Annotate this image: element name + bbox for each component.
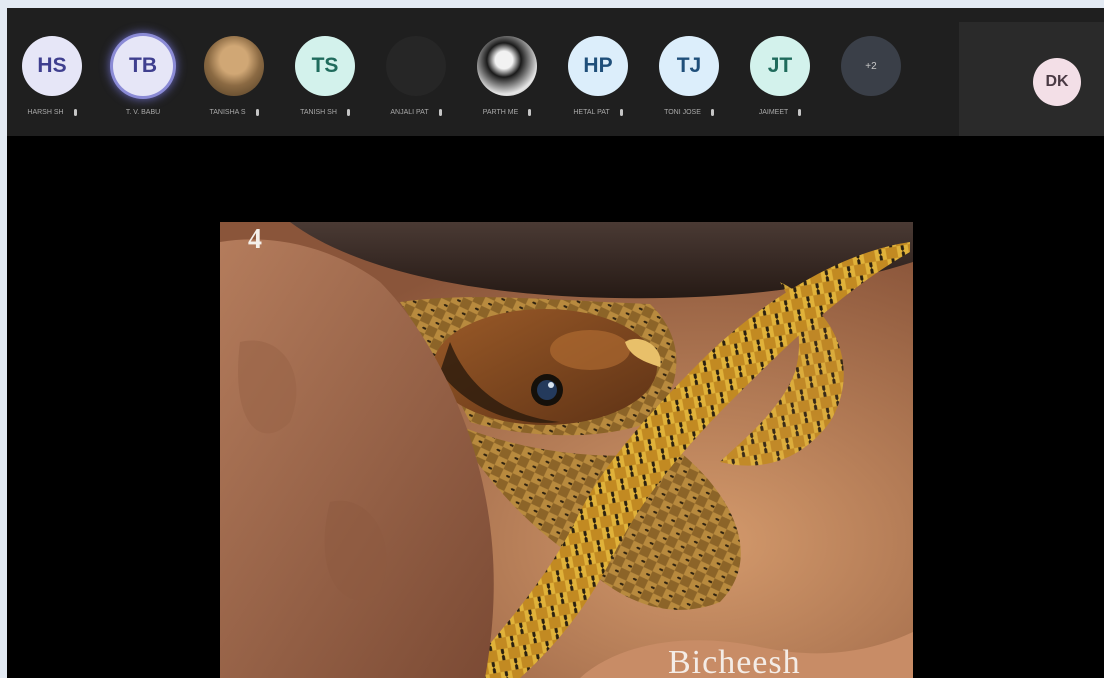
participant-name: T. V. Babu — [125, 108, 161, 116]
participant-avatar: TB — [113, 36, 173, 96]
participant-avatar: HP — [568, 36, 628, 96]
participant-tile[interactable]: PARTH ME — [462, 36, 552, 118]
shared-slide: 4 Bicheesh — [220, 222, 913, 678]
participant-name: ANJALI PAT — [390, 108, 429, 116]
participant-avatar: TS — [295, 36, 355, 96]
participant-name: TONI JOSE — [664, 108, 701, 116]
participant-name: HETAL PAT — [573, 108, 610, 116]
participant-name: TANISHA S — [209, 108, 246, 116]
participant-bar: HS HARSH SH TB T. V. Babu TANISHA S TS T… — [7, 8, 1104, 136]
mic-icon — [798, 108, 802, 116]
mic-icon — [255, 108, 259, 116]
participant-tile[interactable]: TANISHA S — [189, 36, 279, 118]
participant-tile[interactable]: JT JAIMEET — [735, 36, 825, 118]
participant-name: HARSH SH — [27, 108, 64, 116]
participant-avatar — [386, 36, 446, 96]
snake-photo — [220, 222, 913, 678]
participant-avatar: TJ — [659, 36, 719, 96]
mic-icon — [710, 108, 714, 116]
participant-avatar: HS — [22, 36, 82, 96]
slide-number: 4 — [248, 224, 262, 255]
participant-name: JAIMEET — [758, 108, 789, 116]
mic-icon — [528, 108, 532, 116]
mic-icon — [438, 108, 442, 116]
participant-photo — [477, 36, 537, 96]
mic-icon — [346, 108, 350, 116]
participant-tile[interactable]: TB T. V. Babu — [98, 36, 188, 118]
participant-name: PARTH ME — [482, 108, 519, 116]
more-participants-button[interactable]: +2 — [826, 36, 916, 118]
participant-tile[interactable]: TJ TONI JOSE — [644, 36, 734, 118]
mic-icon — [619, 108, 623, 116]
self-view-area — [959, 22, 1104, 136]
participant-avatar: JT — [750, 36, 810, 96]
participant-photo — [204, 36, 264, 96]
participant-tile[interactable]: HS HARSH SH — [7, 36, 97, 118]
self-avatar[interactable]: DK — [1033, 58, 1081, 106]
meeting-window: HS HARSH SH TB T. V. Babu TANISHA S TS T… — [7, 8, 1104, 678]
participant-name: TANISH SH — [300, 108, 337, 116]
participant-tile[interactable]: TS TANISH SH — [280, 36, 370, 118]
more-participants-count: +2 — [841, 36, 901, 96]
participant-tile[interactable]: HP HETAL PAT — [553, 36, 643, 118]
mic-icon — [73, 108, 77, 116]
participant-tile[interactable]: ANJALI PAT — [371, 36, 461, 118]
photo-credit: Bicheesh — [668, 644, 801, 678]
